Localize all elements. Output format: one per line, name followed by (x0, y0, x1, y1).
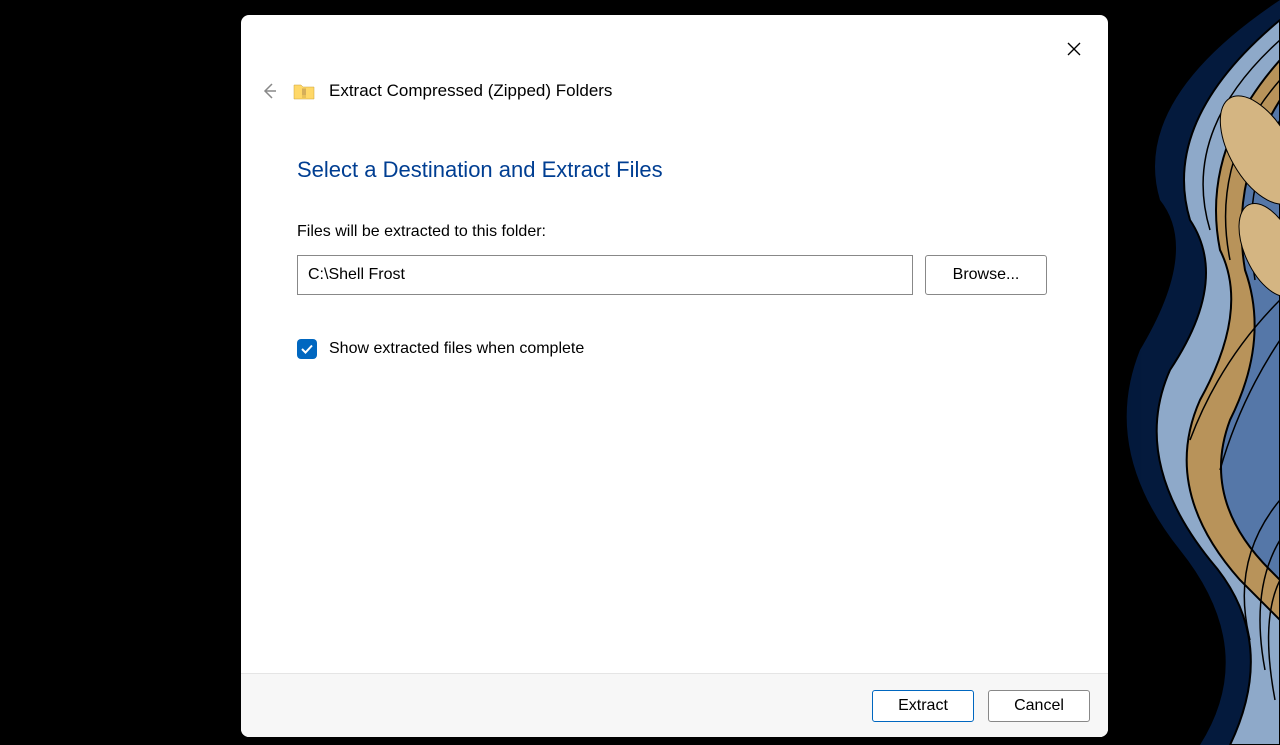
extract-button[interactable]: Extract (872, 690, 974, 722)
check-icon (301, 344, 313, 354)
close-icon (1067, 42, 1081, 56)
cancel-button[interactable]: Cancel (988, 690, 1090, 722)
destination-input[interactable] (297, 255, 913, 295)
arrow-left-icon (260, 82, 278, 100)
dialog-footer: Extract Cancel (241, 673, 1108, 737)
page-heading: Select a Destination and Extract Files (297, 157, 1052, 183)
dialog-header (241, 15, 1108, 63)
back-button[interactable] (259, 81, 279, 101)
show-files-label: Show extracted files when complete (329, 340, 584, 358)
dialog-content: Select a Destination and Extract Files F… (241, 109, 1108, 673)
destination-label: Files will be extracted to this folder: (297, 223, 1052, 241)
browse-button[interactable]: Browse... (925, 255, 1047, 295)
nav-row: Extract Compressed (Zipped) Folders (241, 63, 1108, 109)
close-button[interactable] (1060, 35, 1088, 63)
wizard-title: Extract Compressed (Zipped) Folders (329, 81, 612, 101)
path-row: Browse... (297, 255, 1052, 295)
zip-folder-icon (293, 82, 315, 100)
show-files-checkbox[interactable] (297, 339, 317, 359)
checkbox-row: Show extracted files when complete (297, 339, 1052, 359)
desktop-wallpaper (1080, 0, 1280, 745)
extract-dialog: Extract Compressed (Zipped) Folders Sele… (241, 15, 1108, 737)
